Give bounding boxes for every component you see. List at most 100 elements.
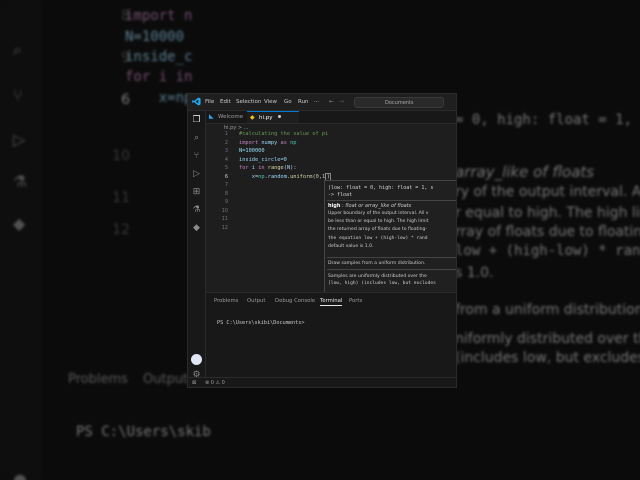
line-number: 8: [224, 190, 228, 197]
desc-line: Upper boundary of the output interval. A…: [328, 211, 429, 216]
source-control-icon[interactable]: ⑂: [191, 151, 202, 162]
testing-flask-icon[interactable]: ⚗: [191, 205, 202, 216]
signature-return: -> float: [328, 192, 353, 198]
doc-samples: Samples are uniformly distributed over t…: [328, 273, 436, 287]
line-number: 10: [221, 207, 228, 214]
bg-desc-line: ry of the output interval. All v: [455, 184, 640, 200]
code-line-comment: #calculating the value of pi: [239, 131, 329, 137]
bg-line-number: 11: [112, 190, 130, 206]
bg-desc-line: r equal to high. The high limit: [455, 205, 640, 221]
tab-label: Welcome: [218, 114, 244, 120]
accounts-avatar-icon[interactable]: [191, 354, 202, 365]
code-line-assign-inside: inside_circle=0: [239, 156, 287, 163]
divider: [327, 257, 456, 258]
title-bar: File Edit Selection View Go Run ··· ← → …: [188, 94, 456, 111]
desc-line: the equation low + (high-low) * rand: [328, 235, 428, 241]
bg-git-icon: ⑂: [13, 86, 23, 105]
bottom-panel: Problems Output Debug Console Terminal P…: [206, 292, 456, 378]
panel-tab-terminal[interactable]: Terminal: [320, 298, 343, 306]
bg-line-number: 10: [112, 148, 130, 164]
bg-signature-text: = 0, high: float = 1, s: [455, 112, 640, 128]
line-number: 5: [224, 165, 228, 171]
line-number: 3: [224, 148, 228, 154]
panel-tab-problems[interactable]: Problems: [214, 298, 238, 304]
divider: [327, 269, 456, 270]
line-number: 9: [224, 199, 228, 205]
bg-code-line: for i in: [125, 69, 193, 85]
python-file-icon: ◆: [250, 114, 255, 121]
bg-activity-bar: ⌕ ⑂ ▷ ⚗ ◆ ●: [0, 0, 42, 480]
bg-param-type: array_like of floats: [455, 163, 595, 181]
vscode-logo-icon: [192, 97, 201, 106]
menu-file[interactable]: File: [205, 99, 214, 105]
line-number-current: 6: [224, 173, 228, 180]
panel-tab-output[interactable]: Output: [247, 298, 265, 304]
param-type: float or array_like of floats: [345, 203, 412, 209]
samples-line: [low, high) (includes low, but excludes: [328, 281, 436, 286]
vscode-icon: ◣: [209, 113, 214, 120]
search-icon[interactable]: ⌕: [191, 133, 202, 144]
tab-hi-py[interactable]: ◆ hi.py: [247, 111, 299, 123]
line-number: 7: [224, 182, 228, 188]
bg-desc-line: (includes low, but excludes: [455, 350, 640, 366]
menu-go[interactable]: Go: [284, 99, 292, 105]
bg-line-number: 9: [121, 50, 130, 66]
unsaved-dot-icon[interactable]: [277, 115, 281, 118]
back-arrow-icon[interactable]: ←: [329, 98, 334, 105]
panel-tab-debug-console[interactable]: Debug Console: [275, 298, 315, 304]
bg-desc-line: s 1.0.: [455, 265, 494, 281]
bg-line-number: 12: [112, 222, 130, 238]
bg-panel-tab: Output: [143, 372, 189, 387]
line-number: 4: [224, 156, 228, 163]
editor-tabs: ◣ Welcome ◆ hi.py: [206, 111, 456, 124]
menu-edit[interactable]: Edit: [220, 99, 231, 105]
vscode-window: File Edit Selection View Go Run ··· ← → …: [187, 93, 457, 388]
terminal-prompt[interactable]: PS C:\Users\skibi\Documents>: [217, 320, 304, 326]
explorer-files-icon[interactable]: ❐: [191, 115, 202, 126]
bg-desc-line: rray of floats due to floating-: [455, 224, 640, 240]
line-number: 2: [224, 139, 228, 146]
samples-line: Samples are uniformly distributed over t…: [328, 274, 427, 279]
bg-debug-icon: ▷: [13, 130, 26, 149]
run-debug-icon[interactable]: ▷: [191, 169, 202, 180]
bg-desc-line: niformly distributed over the: [455, 331, 640, 347]
bg-code-line: N=10000: [125, 29, 185, 45]
extensions-icon[interactable]: ⊞: [191, 187, 202, 198]
bg-panel-tab: Problems: [68, 372, 128, 387]
command-center-search[interactable]: Documents: [354, 97, 444, 108]
bg-line-number: 6: [121, 92, 130, 108]
problems-counter[interactable]: ⊗ 0 ⚠ 0: [205, 380, 225, 386]
bg-search-icon: ⌕: [13, 40, 22, 59]
bg-line-number: 8: [121, 8, 130, 24]
divider: [327, 200, 456, 201]
bg-code-line: import n: [125, 8, 193, 24]
bg-desc-line: low + (high-low) * rand: [455, 243, 640, 259]
desc-line: the returned array of floats due to floa…: [328, 227, 428, 233]
code-line-current: x=np.random.uniform(0,1): [251, 172, 332, 181]
param-description: Upper boundary of the output interval. A…: [328, 210, 456, 251]
menu-selection[interactable]: Selection: [236, 99, 261, 105]
signature-line: (low: float = 0, high: float = 1, s: [328, 185, 434, 191]
bg-flask-icon: ⚗: [13, 172, 28, 191]
bg-python-icon: ◆: [13, 214, 26, 233]
menu-more[interactable]: ···: [314, 99, 319, 105]
code-line-for: for i in range(N):: [239, 165, 297, 171]
doc-summary: Draw samples from a uniform distribution…: [328, 261, 426, 266]
menu-run[interactable]: Run: [298, 99, 309, 105]
code-line-assign-n: N=100000: [239, 148, 265, 154]
desc-line: default value is 1.0.: [328, 243, 374, 249]
forward-arrow-icon[interactable]: →: [339, 98, 344, 105]
param-name: high: [328, 203, 341, 209]
line-number: 11: [221, 216, 228, 222]
activity-bar: ❐ ⌕ ⑂ ▷ ⊞ ⚗ ◆ ⚙: [188, 111, 206, 387]
bg-account-icon: ●: [13, 470, 27, 480]
remote-indicator-icon[interactable]: ⊠: [192, 380, 196, 386]
line-number: 1: [224, 131, 228, 137]
signature-help-popup[interactable]: (low: float = 0, high: float = 1, s -> f…: [324, 180, 456, 294]
panel-tab-ports[interactable]: Ports: [349, 298, 362, 304]
bg-code-line: inside_c: [125, 49, 193, 65]
python-icon[interactable]: ◆: [191, 223, 202, 234]
desc-line: be less than or equal to high. The high …: [328, 219, 429, 225]
code-line-import: import numpy as np: [239, 139, 297, 146]
menu-view[interactable]: View: [264, 99, 277, 105]
